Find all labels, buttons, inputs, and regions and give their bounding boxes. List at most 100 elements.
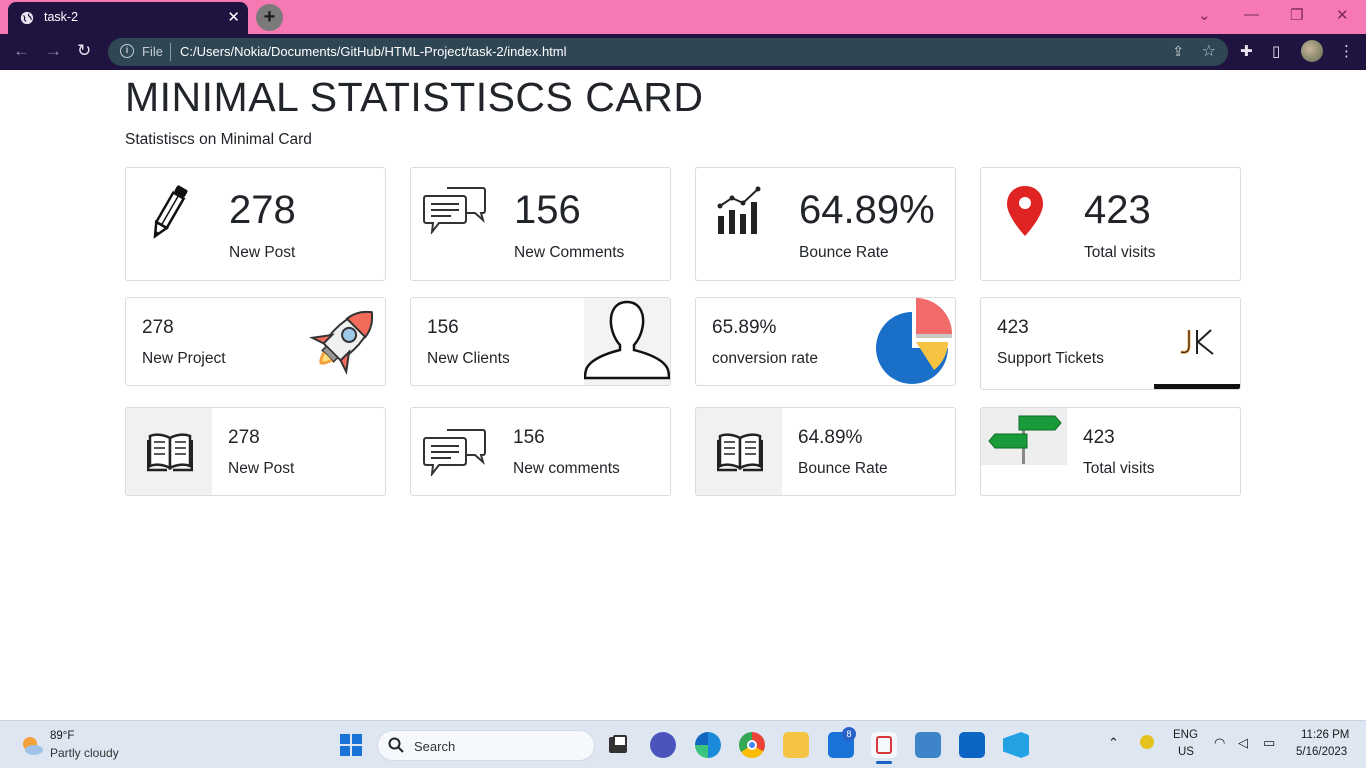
stat-card-new-comments-chat: 156 New comments (410, 407, 671, 496)
chrome-browser-icon[interactable] (739, 732, 765, 758)
vscode-icon[interactable] (1003, 732, 1029, 758)
extensions-puzzle-icon[interactable]: ✚ (1240, 42, 1253, 60)
search-placeholder: Search (414, 739, 456, 754)
windows-start-icon[interactable] (340, 734, 362, 756)
tray-overflow-chevron-icon[interactable]: ⌃ (1108, 735, 1119, 751)
ticket-strip (1154, 384, 1240, 389)
minimize-icon[interactable]: — (1244, 6, 1259, 23)
client-avatar-frame (583, 298, 670, 385)
pencil-icon (153, 185, 188, 239)
stat-value: 156 (514, 188, 581, 232)
taskbar-search-box[interactable]: Search (377, 730, 595, 761)
active-app-indicator (876, 761, 892, 764)
map-pin-icon (1007, 186, 1043, 236)
windows-taskbar: 89°F Partly cloudy Search 8 ⌃ ENG US ◠ ◁… (0, 720, 1366, 768)
new-tab-button[interactable]: + (256, 4, 283, 31)
stat-card-new-post: 278 New Post (125, 167, 386, 281)
side-panel-icon[interactable]: ▯ (1272, 42, 1280, 60)
stat-value: 156 (513, 427, 545, 448)
icon-panel (126, 408, 212, 495)
page-subtitle: Statistiscs on Minimal Card (125, 131, 312, 148)
address-bar[interactable]: i File C:/Users/Nokia/Documents/GitHub/H… (108, 38, 1228, 66)
tab-title: task-2 (44, 10, 79, 24)
computer-app-icon[interactable] (915, 732, 941, 758)
stat-label: New Project (142, 350, 226, 367)
forward-arrow-icon[interactable]: → (45, 41, 62, 61)
pie-chart-icon (876, 298, 952, 384)
partly-cloudy-icon[interactable] (20, 733, 44, 757)
weather-temp[interactable]: 89°F (50, 730, 74, 742)
stat-value: 423 (997, 317, 1029, 338)
mail-badge: 8 (842, 727, 856, 741)
chat-bubbles-icon (423, 187, 486, 234)
chat-bubbles-icon (423, 429, 486, 476)
stat-label: Bounce Rate (799, 244, 889, 261)
stat-value: 156 (427, 317, 459, 338)
icon-panel (981, 408, 1067, 465)
person-silhouette-icon (583, 300, 670, 380)
stat-value: 65.89% (712, 317, 777, 338)
wifi-icon[interactable]: ◠ (1214, 735, 1225, 751)
profile-avatar[interactable] (1301, 40, 1323, 62)
browser-toolbar: ← → ↻ i File C:/Users/Nokia/Documents/Gi… (0, 34, 1366, 70)
page-title: MINIMAL STATISTISCS CARD (125, 74, 704, 120)
globe-icon (20, 11, 34, 25)
clock-time[interactable]: 11:26 PM (1301, 729, 1349, 741)
signpost-icon (988, 415, 1062, 464)
jk-logo (1180, 329, 1214, 355)
tab-search-chevron-icon[interactable]: ⌄ (1198, 6, 1211, 24)
stat-label: Total visits (1084, 244, 1156, 261)
stat-card-new-post-book: 278 New Post (125, 407, 386, 496)
stat-label: Total visits (1083, 460, 1155, 477)
stat-value: 423 (1083, 427, 1115, 448)
tray-app-icon[interactable] (1140, 735, 1154, 749)
tab-close-icon[interactable]: ✕ (227, 8, 240, 26)
omnibox-divider (170, 43, 171, 61)
window-close-icon[interactable]: ✕ (1336, 6, 1349, 24)
stat-value: 64.89% (798, 427, 863, 448)
edge-browser-icon[interactable] (695, 732, 721, 758)
snipping-tool-icon[interactable] (871, 732, 897, 758)
stat-label: New comments (513, 460, 620, 477)
stat-card-bounce-rate: 64.89% Bounce Rate (695, 167, 956, 281)
info-icon[interactable]: i (120, 44, 134, 58)
browser-tab[interactable]: task-2 ✕ (8, 2, 248, 34)
url-text[interactable]: C:/Users/Nokia/Documents/GitHub/HTML-Pro… (180, 44, 567, 59)
stat-label: Bounce Rate (798, 460, 888, 477)
stat-card-new-project: 278 New Project (125, 297, 386, 386)
menu-kebab-icon[interactable]: ⋮ (1339, 42, 1354, 60)
stat-label: New Comments (514, 244, 625, 261)
teams-chat-icon[interactable] (650, 732, 676, 758)
stat-label: Support Tickets (997, 350, 1104, 367)
battery-icon[interactable]: ▭ (1263, 735, 1275, 751)
rocket-icon (308, 310, 374, 376)
stat-card-total-visits: 423 Total visits (980, 167, 1241, 281)
stat-label: conversion rate (712, 350, 818, 367)
input-region[interactable]: US (1178, 746, 1194, 758)
input-language[interactable]: ENG (1173, 729, 1198, 741)
restore-icon[interactable]: ❐ (1290, 6, 1303, 24)
linkedin-icon[interactable] (959, 732, 985, 758)
file-explorer-icon[interactable] (783, 732, 809, 758)
task-view-icon[interactable] (605, 732, 631, 758)
scheme-label: File (142, 44, 163, 59)
stat-label: New Clients (427, 350, 510, 367)
weather-condition[interactable]: Partly cloudy (50, 746, 119, 760)
stat-card-total-visits-sign: 423 Total visits (980, 407, 1241, 496)
volume-icon[interactable]: ◁ (1238, 735, 1248, 751)
reload-icon[interactable]: ↻ (77, 41, 91, 61)
stat-card-support-tickets: 423 Support Tickets (980, 297, 1241, 390)
stat-value: 278 (229, 188, 296, 232)
stat-card-new-comments: 156 New Comments (410, 167, 671, 281)
stat-label: New Post (228, 460, 295, 477)
stat-card-bounce-rate-book: 64.89% Bounce Rate (695, 407, 956, 496)
back-arrow-icon[interactable]: ← (13, 41, 30, 61)
stat-value: 64.89% (799, 188, 935, 232)
stat-value: 278 (228, 427, 260, 448)
share-icon[interactable]: ⇪ (1172, 43, 1184, 60)
bar-chart-icon (717, 186, 761, 234)
bookmark-star-icon[interactable]: ☆ (1202, 41, 1216, 61)
stat-value: 278 (142, 317, 174, 338)
clock-date[interactable]: 5/16/2023 (1296, 746, 1347, 758)
open-book-icon (147, 433, 193, 472)
